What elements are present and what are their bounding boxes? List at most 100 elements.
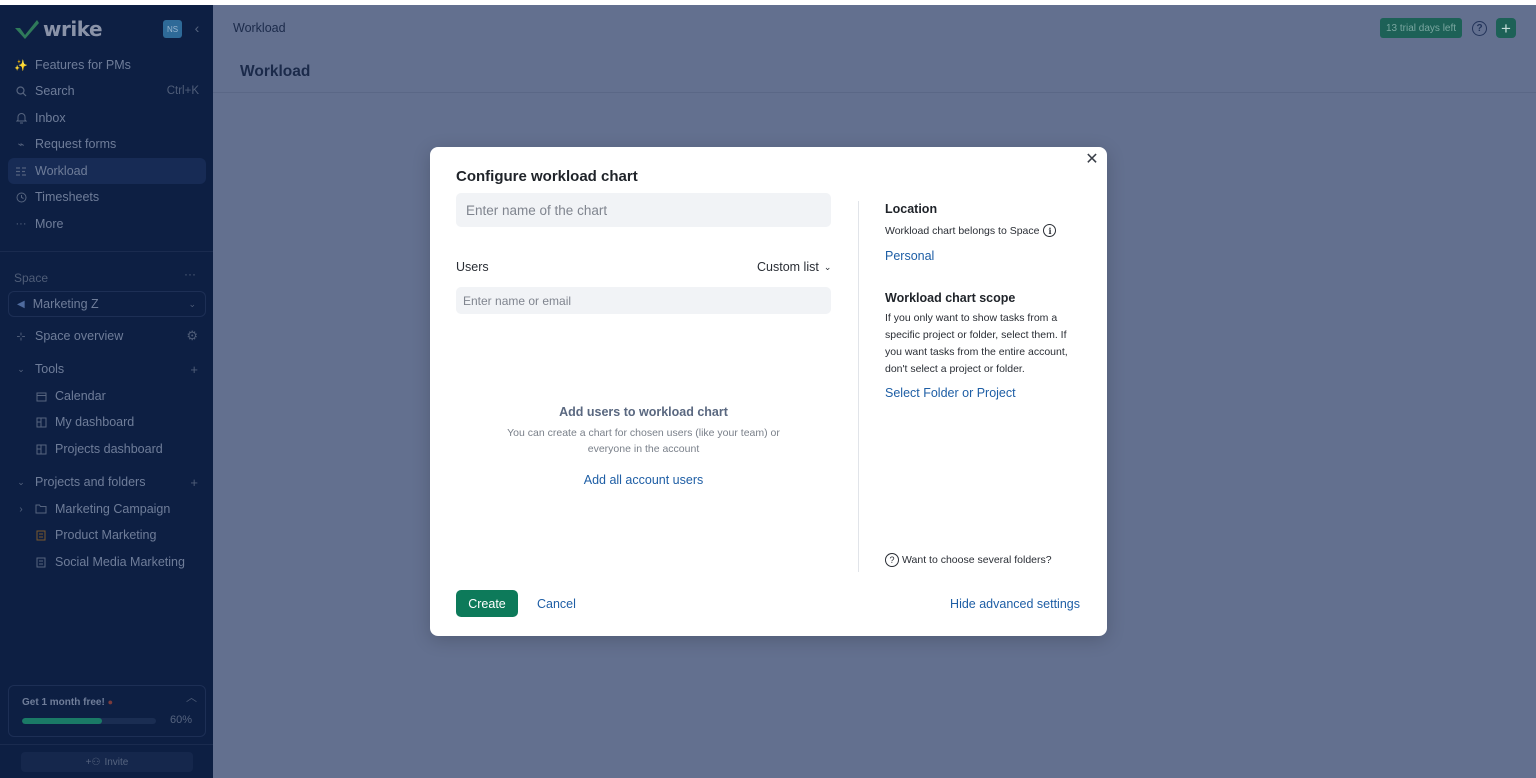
promo-progress-fill [22, 718, 103, 724]
empty-state-title: Add users to workload chart [559, 405, 728, 419]
nav-my-dashboard[interactable]: My dashboard [28, 409, 206, 435]
nav-space-overview[interactable]: ⊹ Space overview ⚙ [8, 323, 206, 349]
configure-workload-dialog: ✕ Configure workload chart Users Custom … [430, 147, 1107, 636]
chart-name-input[interactable] [456, 193, 831, 227]
form-icon: ⌁ [17, 138, 25, 151]
nav-label: My dashboard [55, 415, 135, 429]
users-mode-label: Custom list [757, 260, 819, 274]
invite-label: Invite [104, 756, 129, 768]
promo-text: Get 1 month free! ● [22, 697, 114, 708]
nav-label: Search [35, 84, 75, 98]
users-mode-dropdown[interactable]: Custom list ⌄ [757, 260, 831, 274]
nav-search[interactable]: Search Ctrl+K [8, 78, 206, 104]
top-bar: Workload 13 trial days left ? + [213, 5, 1536, 51]
chevron-down-icon: ⌄ [17, 476, 25, 487]
gift-icon: ● [107, 697, 114, 707]
folder-icon [35, 503, 47, 515]
invite-button[interactable]: +⚇ Invite [21, 752, 193, 772]
space-overview-icon: ⊹ [16, 330, 26, 343]
space-label: Space [14, 271, 49, 285]
add-tool-icon[interactable]: + [190, 362, 198, 377]
hide-advanced-settings-link[interactable]: Hide advanced settings [950, 597, 1080, 611]
nav-timesheets[interactable]: Timesheets [8, 184, 206, 210]
nav-projects-dashboard[interactable]: Projects dashboard [28, 436, 206, 462]
info-icon[interactable]: i [1043, 224, 1057, 237]
trial-badge[interactable]: 13 trial days left [1380, 18, 1463, 38]
tools-label: Tools [35, 362, 65, 376]
nav-label: Marketing Campaign [55, 502, 171, 516]
nav-label: Timesheets [35, 190, 100, 204]
brand-name: wrike [43, 17, 103, 41]
page-title: Workload [240, 63, 311, 80]
nav-calendar[interactable]: Calendar [28, 383, 206, 409]
project-icon [35, 556, 47, 568]
nav-label: Features for PMs [35, 58, 131, 72]
promo-progress-label: 60% [169, 714, 192, 726]
promo-card[interactable]: Get 1 month free! ● ︿ 60% [8, 685, 206, 737]
chevron-down-icon: ⌄ [17, 363, 25, 374]
add-all-users-link[interactable]: Add all account users [456, 473, 831, 487]
collapse-sidebar-icon[interactable]: ‹ [190, 17, 204, 39]
select-folder-link[interactable]: Select Folder or Project [885, 386, 1016, 400]
logo[interactable]: wrike NS ‹ [14, 15, 204, 43]
add-new-icon[interactable]: + [1496, 18, 1516, 38]
scope-description: If you only want to show tasks from a sp… [885, 312, 1068, 375]
scope-title: Workload chart scope [885, 291, 1016, 305]
nav-label: Space overview [35, 329, 124, 343]
breadcrumb[interactable]: Workload [233, 21, 286, 35]
avatar[interactable]: NS [163, 20, 182, 38]
nav-label: Projects dashboard [55, 442, 163, 456]
nav-workload[interactable]: Workload [8, 158, 206, 184]
sidebar-divider [0, 251, 213, 252]
projects-section[interactable]: ⌄ Projects and folders + [8, 469, 206, 495]
search-icon [15, 85, 27, 97]
several-folders-hint[interactable]: ? Want to choose several folders? [885, 553, 1052, 567]
cancel-button[interactable]: Cancel [537, 597, 576, 611]
bell-icon [15, 112, 27, 124]
dashboard-icon [35, 416, 47, 428]
clock-icon [15, 191, 27, 203]
add-project-icon[interactable]: + [190, 475, 198, 490]
space-selected: Marketing Z [32, 297, 99, 311]
sidebar-bottom-divider [0, 744, 213, 745]
nav-label: Inbox [35, 111, 66, 125]
wrike-check-icon [15, 20, 39, 39]
tools-section[interactable]: ⌄ Tools + [8, 356, 206, 382]
nav-inbox[interactable]: Inbox [8, 105, 206, 131]
location-description: Workload chart belongs to Space i [885, 224, 1057, 237]
sidebar: wrike NS ‹ ✨ Features for PMs Search Ctr… [0, 5, 213, 778]
nav-request-forms[interactable]: ⌁ Request forms [8, 131, 206, 157]
location-value-link[interactable]: Personal [885, 249, 934, 263]
user-search-input[interactable] [456, 287, 831, 314]
search-shortcut: Ctrl+K [166, 85, 199, 97]
megaphone-icon: ◀ [17, 298, 25, 310]
chevron-down-icon: ⌄ [823, 261, 832, 272]
nav-marketing-campaign[interactable]: › Marketing Campaign [8, 496, 206, 522]
question-icon: ? [885, 553, 899, 567]
chevron-right-icon: › [19, 503, 23, 515]
nav-label: Social Media Marketing [55, 555, 185, 569]
space-more-icon[interactable]: ··· [184, 267, 196, 281]
header-divider [213, 92, 1536, 93]
close-icon[interactable]: ✕ [1085, 152, 1099, 168]
location-title: Location [885, 202, 938, 216]
nav-product-marketing[interactable]: Product Marketing [28, 522, 206, 548]
add-user-icon: +⚇ [85, 756, 101, 768]
promo-progress [22, 718, 156, 724]
space-selector[interactable]: ◀ Marketing Z ⌄ [8, 291, 206, 317]
gear-icon[interactable]: ⚙ [186, 328, 198, 344]
help-icon[interactable]: ? [1472, 21, 1487, 36]
create-button[interactable]: Create [456, 590, 518, 617]
more-icon: ··· [15, 218, 27, 230]
nav-label: Calendar [55, 389, 106, 403]
nav-label: More [35, 217, 64, 231]
app: wrike NS ‹ ✨ Features for PMs Search Ctr… [0, 5, 1536, 778]
users-label: Users [456, 260, 489, 274]
nav-more[interactable]: ··· More [8, 211, 206, 237]
dashboard-icon [35, 443, 47, 455]
chevron-up-icon[interactable]: ︿ [186, 689, 197, 705]
projects-label: Projects and folders [35, 475, 146, 489]
project-icon [35, 529, 47, 541]
nav-features-for-pms[interactable]: ✨ Features for PMs [8, 52, 206, 78]
nav-social-media-marketing[interactable]: Social Media Marketing [28, 549, 206, 575]
